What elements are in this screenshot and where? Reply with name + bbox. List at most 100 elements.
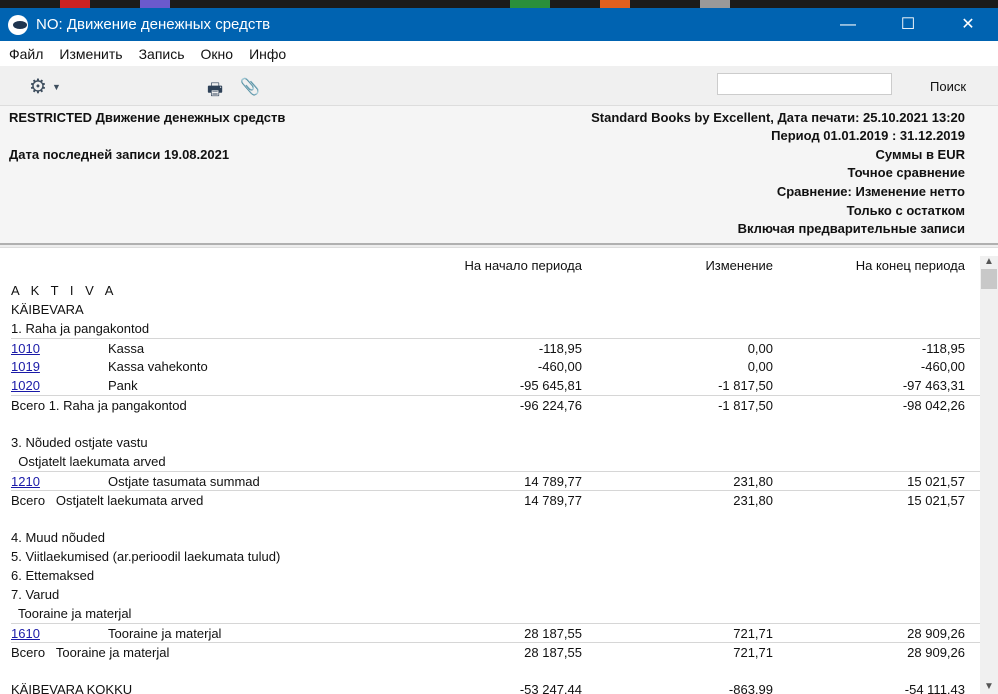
- account-code-link[interactable]: 1020: [11, 376, 40, 395]
- value-end: -98 042,26: [902, 398, 965, 413]
- menu-file[interactable]: Файл: [9, 46, 43, 62]
- search-button[interactable]: Поиск: [930, 79, 966, 94]
- row-label: 1. Raha ja pangakontod: [11, 321, 150, 336]
- last-entry-date: Дата последней записи 19.08.2021: [9, 147, 230, 162]
- app-logo-icon: [8, 14, 28, 35]
- section-row: 4. Muud nõuded: [0, 528, 980, 547]
- account-code-link[interactable]: 1210: [11, 472, 40, 491]
- printer-icon[interactable]: 🖶: [207, 77, 223, 106]
- row-label: 3. Nõuded ostjate vastu: [11, 435, 148, 450]
- value-end: 15 021,57: [907, 493, 965, 508]
- value-end: -460,00: [920, 359, 965, 374]
- value-start: -96 224,76: [519, 398, 582, 413]
- header-divider: [0, 243, 998, 248]
- value-change: 721,71: [733, 645, 773, 660]
- value-start: 28 187,55: [524, 626, 582, 641]
- value-start: 28 187,55: [524, 645, 582, 660]
- value-start: 14 789,77: [524, 493, 582, 508]
- value-change: -863,99: [728, 682, 773, 694]
- blank-row: [0, 661, 980, 680]
- value-end: 28 909,26: [907, 626, 965, 641]
- col-header-end: На конец периода: [855, 258, 965, 273]
- account-row: 1010 Kassa -118,95 0,00 -118,95: [11, 338, 980, 357]
- col-header-start: На начало периода: [464, 258, 582, 273]
- preliminary-filter: Включая предварительные записи: [737, 221, 965, 236]
- print-info: Standard Books by Excellent, Дата печати…: [591, 110, 965, 125]
- maximize-button[interactable]: ☐: [878, 8, 938, 41]
- column-headers: На начало периода Изменение На конец пер…: [0, 256, 980, 275]
- section-row: 3. Nõuded ostjate vastu: [0, 433, 980, 452]
- account-row: 1019 Kassa vahekonto -460,00 0,00 -460,00: [0, 357, 980, 376]
- section-row: 1. Raha ja pangakontod: [0, 319, 980, 338]
- total-row: Всего Ostjatelt laekumata arved 14 789,77…: [11, 490, 980, 509]
- total-row: Всего Tooraine ja materjal 28 187,55 721,7…: [11, 642, 980, 661]
- section-row: KÄIBEVARA KOKKU -53 247,44 -863,99 -54 111,…: [0, 680, 980, 694]
- menu-bar: Файл Изменить Запись Окно Инфо: [0, 41, 998, 66]
- section-row: 6. Ettemaksed: [0, 566, 980, 585]
- search-input[interactable]: [717, 73, 892, 95]
- value-change: 721,71: [733, 626, 773, 641]
- period: Период 01.01.2019 : 31.12.2019: [771, 128, 965, 143]
- menu-info[interactable]: Инфо: [249, 46, 286, 62]
- value-end: 15 021,57: [907, 474, 965, 489]
- value-start: -118,95: [538, 341, 582, 356]
- total-row: Всего 1. Raha ja pangakontod -96 224,76 -1…: [11, 395, 980, 414]
- scroll-thumb[interactable]: [981, 269, 997, 289]
- close-button[interactable]: ✕: [938, 8, 998, 41]
- row-label: Всего Ostjatelt laekumata arved: [11, 493, 204, 508]
- taskbar-strip: [0, 0, 998, 8]
- account-name: Kassa: [108, 341, 145, 356]
- scroll-down-icon[interactable]: ▼: [984, 681, 994, 692]
- currency: Суммы в EUR: [875, 147, 965, 162]
- vertical-scrollbar[interactable]: ▲ ▼: [980, 256, 998, 694]
- balance-filter: Только с остатком: [846, 203, 965, 218]
- value-end: -97 463,31: [902, 378, 965, 393]
- account-row: 1210 Ostjate tasumata summad 14 789,77 231,…: [11, 471, 980, 490]
- account-name: Tooraine ja materjal: [108, 626, 222, 641]
- section-row: 5. Viitlaekumised (ar.perioodil laekumat…: [0, 547, 980, 566]
- section-row: 7. Varud: [0, 585, 980, 604]
- value-change: 231,80: [733, 474, 773, 489]
- account-name: Pank: [108, 378, 138, 393]
- title-bar: NO: Движение денежных средств — ☐ ✕: [0, 8, 998, 41]
- account-row: 1020 Pank -95 645,81 -1 817,50 -97 463,31: [0, 376, 980, 395]
- section-row: KÄIBEVARA: [0, 300, 980, 319]
- blank-row: [0, 414, 980, 433]
- paperclip-icon[interactable]: 📎: [240, 77, 260, 97]
- row-label: 4. Muud nõuded: [11, 530, 105, 545]
- value-start: -53 247,44: [519, 682, 582, 694]
- row-label: KÄIBEVARA KOKKU: [11, 682, 133, 694]
- col-header-change: Изменение: [705, 258, 773, 273]
- comparison-mode: Сравнение: Изменение нетто: [776, 184, 965, 199]
- account-name: Ostjate tasumata summad: [108, 474, 260, 489]
- value-change: 0,00: [747, 359, 773, 374]
- toolbar: ⚙ ▼ 🖶 📎 Поиск: [0, 66, 998, 106]
- row-label: 7. Varud: [11, 587, 60, 602]
- menu-record[interactable]: Запись: [139, 46, 185, 62]
- chevron-down-icon[interactable]: ▼: [52, 82, 61, 92]
- account-name: Kassa vahekonto: [108, 359, 208, 374]
- window-title: NO: Движение денежных средств: [36, 16, 271, 33]
- row-label: Всего Tooraine ja materjal: [11, 645, 170, 660]
- account-code-link[interactable]: 1010: [11, 339, 40, 358]
- value-end: 28 909,26: [907, 645, 965, 660]
- row-label: A K T I V A: [11, 283, 118, 298]
- section-row: Ostjatelt laekumata arved: [0, 452, 980, 471]
- section-row: A K T I V A: [0, 281, 980, 300]
- menu-window[interactable]: Окно: [201, 46, 234, 62]
- menu-edit[interactable]: Изменить: [59, 46, 122, 62]
- account-row: 1610 Tooraine ja materjal 28 187,55 721,71 2…: [11, 623, 980, 642]
- comparison-type: Точное сравнение: [847, 165, 965, 180]
- scroll-up-icon[interactable]: ▲: [984, 256, 994, 267]
- account-code-link[interactable]: 1610: [11, 624, 40, 643]
- row-label: Всего 1. Raha ja pangakontod: [11, 398, 187, 413]
- section-row: Tooraine ja materjal: [0, 604, 980, 623]
- minimize-button[interactable]: —: [818, 8, 878, 41]
- gear-icon[interactable]: ⚙: [29, 77, 47, 97]
- row-label: KÄIBEVARA: [11, 302, 84, 317]
- value-change: 231,80: [733, 493, 773, 508]
- account-code-link[interactable]: 1019: [11, 357, 40, 376]
- value-start: 14 789,77: [524, 474, 582, 489]
- value-end: -118,95: [921, 341, 965, 356]
- value-start: -460,00: [537, 359, 582, 374]
